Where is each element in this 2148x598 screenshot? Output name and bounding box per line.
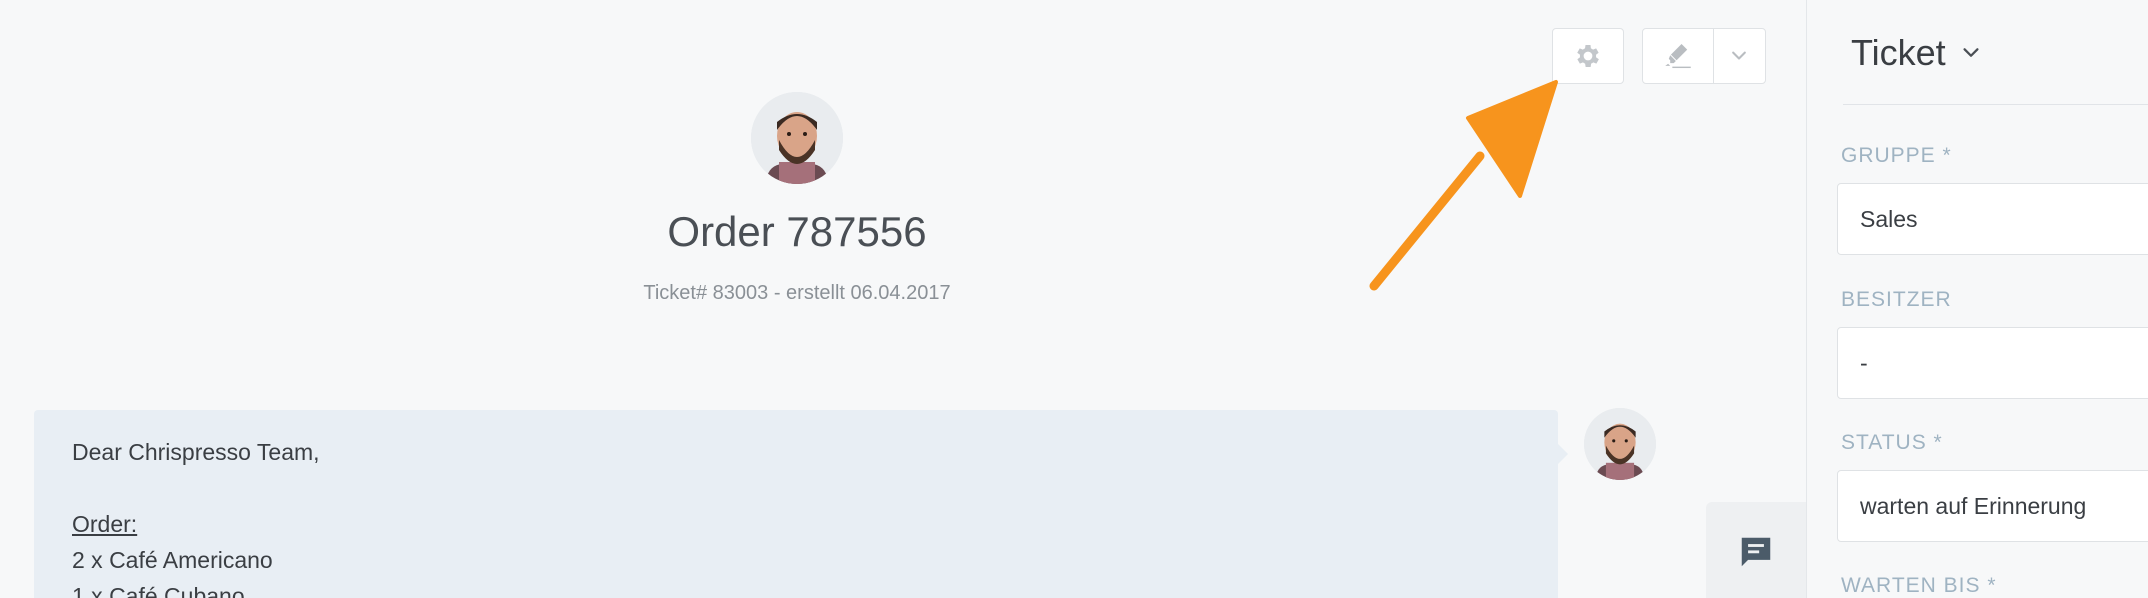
sidebar-divider <box>1843 104 2148 105</box>
comment-icon <box>1741 537 1771 567</box>
article-line: 1 x Café Cubano <box>72 583 245 598</box>
chevron-down-icon <box>1963 48 1979 57</box>
gear-icon <box>1577 45 1599 67</box>
highlighter-icon <box>1665 43 1691 69</box>
avatar-photo <box>751 92 843 184</box>
article-line: Order: <box>72 511 138 537</box>
owner-label: BESITZER <box>1841 288 1952 311</box>
reply-button[interactable] <box>1706 502 1806 598</box>
highlighter-split-button <box>1642 28 1766 84</box>
article-line <box>72 470 320 506</box>
sidebar-title[interactable]: Ticket <box>1851 32 1982 74</box>
highlighter-options-button[interactable] <box>1714 29 1765 83</box>
highlighter-button[interactable] <box>1643 29 1714 83</box>
article-bubble: Dear Chrispresso Team, Order: 2 x Café A… <box>34 410 1568 598</box>
article-sender-avatar[interactable] <box>1584 408 1656 480</box>
customer-avatar[interactable] <box>751 92 843 184</box>
pending-until-label: WARTEN BIS * <box>1841 574 1997 597</box>
group-label: GRUPPE * <box>1841 144 1952 167</box>
ticket-sidebar: Ticket GRUPPE * Sales BESITZER - STATUS … <box>1806 0 2148 598</box>
avatar-photo <box>1584 408 1656 480</box>
orange-arrow <box>1369 80 1558 291</box>
group-select[interactable]: Sales <box>1837 183 2148 255</box>
ticket-title[interactable]: Order 787556 <box>500 208 1094 256</box>
status-label: STATUS * <box>1841 431 1943 454</box>
status-select[interactable]: warten auf Erinnerung <box>1837 470 2148 542</box>
ticket-main-area: Order 787556 Ticket# 83003 - erstellt 06… <box>0 0 1806 598</box>
chevron-down-icon <box>1732 51 1747 60</box>
ticket-meta: Ticket# 83003 - erstellt 06.04.2017 <box>643 282 951 304</box>
owner-select[interactable]: - <box>1837 327 2148 399</box>
sidebar-title-label: Ticket <box>1851 32 1946 73</box>
article-body: Dear Chrispresso Team, Order: 2 x Café A… <box>72 434 320 598</box>
app-root: Order 787556 Ticket# 83003 - erstellt 06… <box>0 0 2148 598</box>
article-line: Dear Chrispresso Team, <box>72 439 320 465</box>
article-line: 2 x Café Americano <box>72 547 273 573</box>
